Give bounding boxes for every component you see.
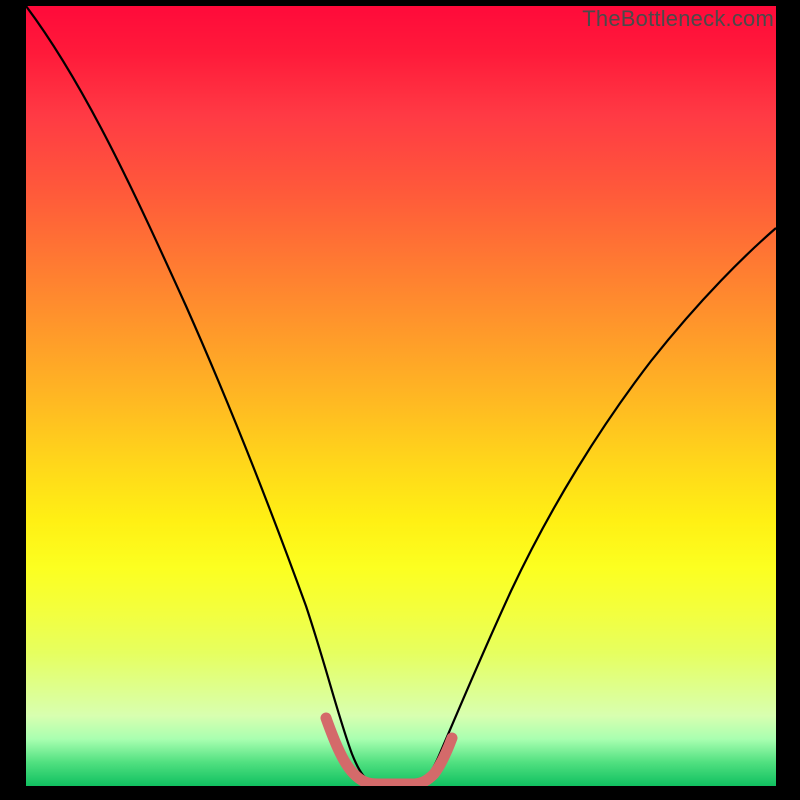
chart-svg xyxy=(26,6,776,786)
chart-frame: TheBottleneck.com xyxy=(0,0,800,800)
watermark-text: TheBottleneck.com xyxy=(582,6,774,32)
good-zone-path xyxy=(326,718,452,784)
bottleneck-curve-path xyxy=(26,6,776,782)
plot-area xyxy=(26,6,776,786)
